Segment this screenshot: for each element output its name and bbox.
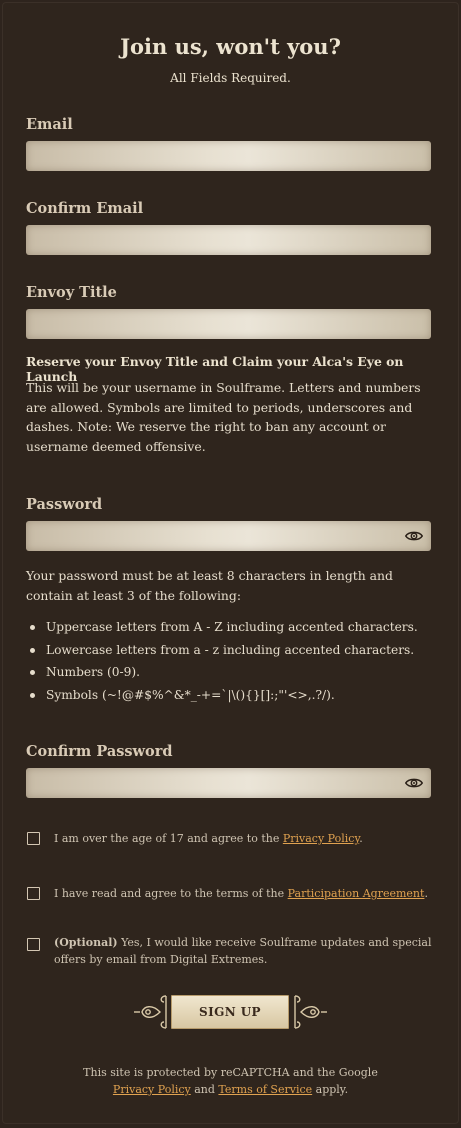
email-field[interactable] <box>26 141 431 171</box>
password-requirements-list: Uppercase letters from A - Z including a… <box>26 616 446 706</box>
password-label: Password <box>26 496 103 513</box>
age-consent-checkbox[interactable] <box>27 832 40 845</box>
flourish-left-icon <box>134 995 167 1029</box>
list-item: Symbols (~!@#$%^&*_-+=`|\(){}[]:;"'<>,.?… <box>26 684 446 707</box>
age-consent-label: I am over the age of 17 and agree to the… <box>54 832 363 845</box>
envoy-title-description: This will be your username in Soulframe.… <box>26 380 421 454</box>
confirm-password-field[interactable] <box>26 768 431 798</box>
list-item: Numbers (0-9). <box>26 661 446 684</box>
confirm-email-label: Confirm Email <box>26 200 144 217</box>
confirm-password-field-wrap <box>26 768 431 798</box>
signup-area: SIGN UP <box>2 992 459 1034</box>
page-title: Join us, won't you? <box>120 34 341 59</box>
password-field-wrap <box>26 521 431 551</box>
signup-panel: Join us, won't you? All Fields Required.… <box>2 2 459 1124</box>
eye-icon[interactable] <box>405 529 423 543</box>
flourish-right-icon <box>294 995 327 1029</box>
optional-updates-label: (Optional) Yes, I would like receive Sou… <box>54 936 432 966</box>
signup-button[interactable]: SIGN UP <box>171 995 289 1029</box>
participation-agreement-link[interactable]: Participation Agreement <box>288 887 425 900</box>
list-item: Uppercase letters from A - Z including a… <box>26 616 446 639</box>
email-label: Email <box>26 116 73 133</box>
agreement-label: I have read and agree to the terms of th… <box>54 887 428 900</box>
privacy-policy-link[interactable]: Privacy Policy <box>283 832 359 845</box>
envoy-title-label: Envoy Title <box>26 284 117 301</box>
password-field[interactable] <box>26 521 431 551</box>
list-item: Lowercase letters from a - z including a… <box>26 639 446 662</box>
agreement-checkbox[interactable] <box>27 887 40 900</box>
page-subtitle: All Fields Required. <box>170 71 291 85</box>
google-terms-link[interactable]: Terms of Service <box>218 1083 312 1096</box>
confirm-password-label: Confirm Password <box>26 743 173 760</box>
google-privacy-policy-link[interactable]: Privacy Policy <box>113 1083 191 1096</box>
envoy-title-field[interactable] <box>26 309 431 339</box>
password-requirements-intro: Your password must be at least 8 charact… <box>26 568 393 603</box>
optional-updates-checkbox[interactable] <box>27 938 40 951</box>
recaptcha-notice: This site is protected by reCAPTCHA and … <box>83 1066 378 1096</box>
confirm-email-field[interactable] <box>26 225 431 255</box>
eye-icon[interactable] <box>405 776 423 790</box>
